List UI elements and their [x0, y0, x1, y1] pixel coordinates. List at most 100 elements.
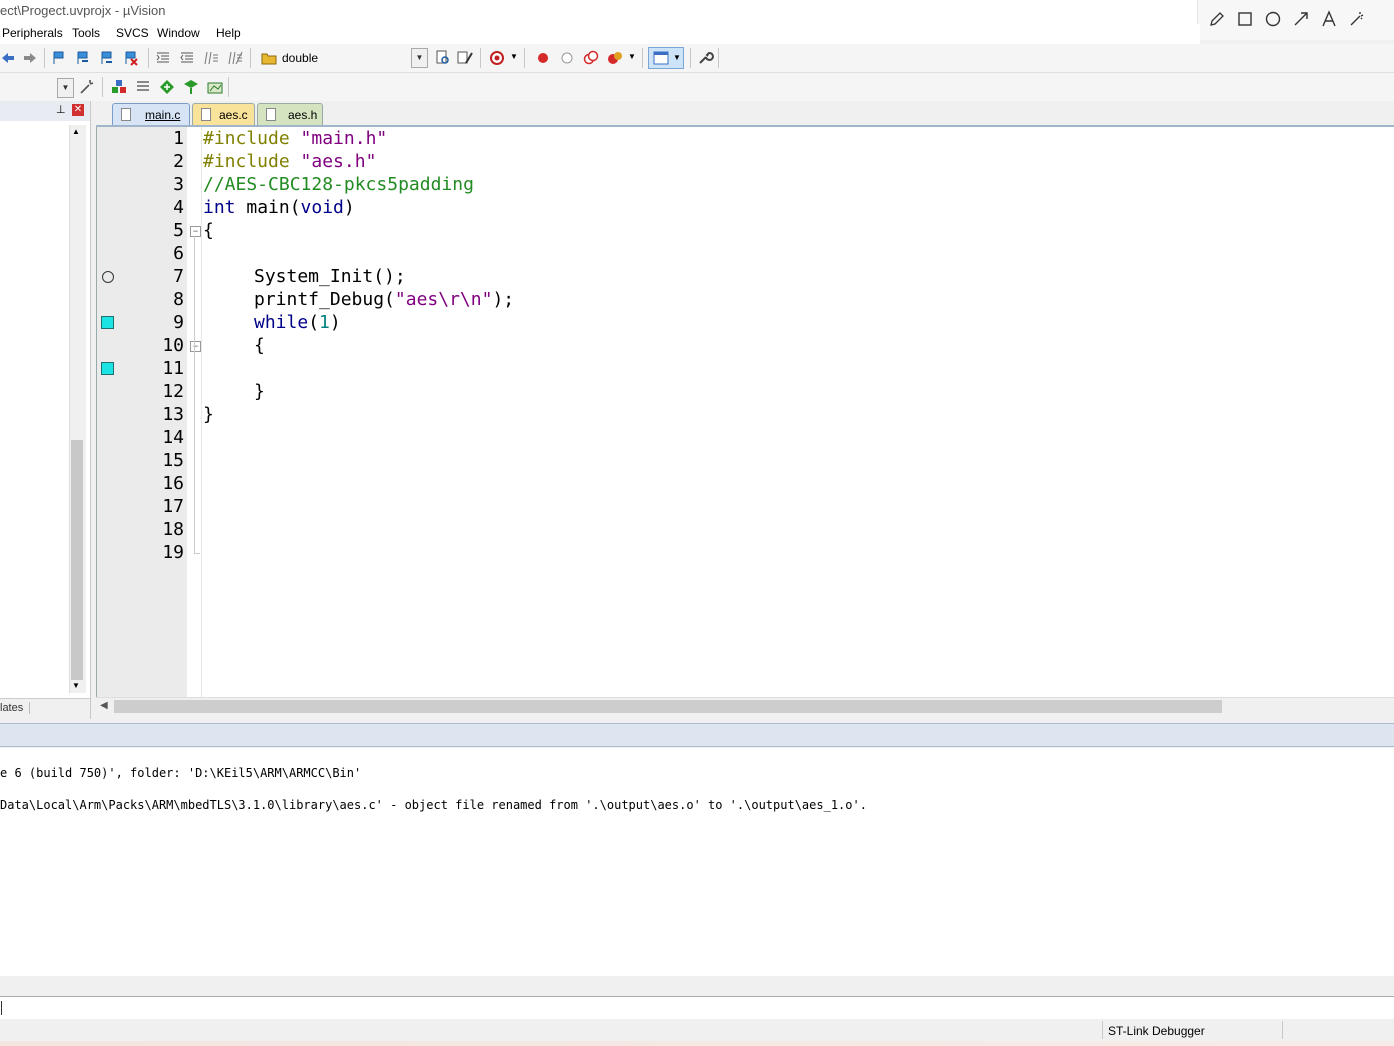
line-number: 2 [173, 151, 184, 172]
tab-templates[interactable]: lates [0, 702, 31, 714]
build-output-panel[interactable]: e 6 (build 750)', folder: 'D:\KEil5\ARM\… [0, 748, 1394, 976]
incremental-find-icon[interactable] [456, 49, 474, 67]
tab-aes-c[interactable]: aes.c [192, 103, 255, 125]
tab-label: aes.c [219, 108, 248, 122]
scroll-left-icon[interactable]: ◀ [100, 700, 108, 711]
window-layout-icon [653, 51, 669, 65]
configure-wrench-icon[interactable] [696, 49, 714, 67]
close-icon[interactable]: ✕ [72, 104, 84, 116]
line-number: 12 [162, 381, 184, 402]
target-options-icon[interactable] [78, 78, 96, 96]
tab-aes-h[interactable]: aes.h [257, 103, 323, 125]
line-number: 10 [162, 335, 184, 356]
bookmark-insert-icon[interactable] [50, 49, 68, 67]
select-packs-icon[interactable] [158, 78, 176, 96]
indent-icon[interactable] [154, 49, 172, 67]
file-extensions-icon[interactable] [134, 78, 152, 96]
tab-main-c[interactable]: main.c [112, 103, 190, 125]
line-number: 15 [162, 450, 184, 471]
debug-session-icon[interactable] [488, 49, 506, 67]
find-combo[interactable]: double ▼ [256, 48, 428, 68]
find-in-files-icon [261, 53, 277, 65]
line-number: 6 [173, 243, 184, 264]
code-line-8: printf_Debug("aes\r\n"); [254, 289, 514, 310]
line-number: 19 [162, 542, 184, 563]
taskbar-strip [0, 1041, 1394, 1046]
project-panel-tabs: lates [0, 698, 90, 719]
uncomment-icon[interactable] [226, 49, 244, 67]
menu-svcs[interactable]: SVCS [116, 26, 149, 40]
code-line-2: #include "aes.h" [203, 151, 376, 172]
chevron-down-icon[interactable]: ▼ [411, 48, 428, 68]
fold-collapse-icon[interactable]: − [190, 226, 201, 237]
navigate-back-icon[interactable] [0, 49, 18, 67]
pin-icon[interactable]: ⊥ [56, 103, 66, 116]
command-line-input[interactable] [0, 996, 1394, 1020]
software-packs-icon[interactable] [206, 78, 224, 96]
arrow-icon[interactable] [1292, 10, 1310, 28]
tab-label: aes.h [288, 108, 318, 122]
number-token: 1 [319, 312, 330, 333]
code-line-1: #include "main.h" [203, 128, 387, 149]
magic-wand-icon[interactable] [1348, 10, 1366, 28]
breakpoint-kill-all-icon[interactable] [606, 49, 624, 67]
menu-peripherals[interactable]: Peripherals [2, 26, 63, 40]
window-layout-button[interactable]: ▼ [648, 47, 684, 69]
bookmark-next-icon[interactable] [98, 49, 116, 67]
manage-components-icon[interactable] [110, 78, 128, 96]
project-panel-scroll-thumb[interactable] [71, 440, 83, 680]
pencil-icon[interactable] [1208, 10, 1226, 28]
keyword-token: void [300, 197, 344, 218]
scroll-down-icon[interactable]: ▼ [72, 681, 80, 690]
breakpoint-insert-icon[interactable] [534, 49, 552, 67]
bookmark-previous-icon[interactable] [74, 49, 92, 67]
fold-line [194, 553, 200, 554]
code-token: ); [492, 289, 515, 310]
breakpoint-disable-all-icon[interactable] [582, 49, 600, 67]
file-icon [266, 108, 276, 121]
preprocessor-token: #include [203, 151, 290, 172]
keyword-token: int [203, 197, 236, 218]
breakpoint-slot-icon[interactable] [102, 271, 114, 283]
fold-collapse-icon[interactable]: − [190, 341, 201, 352]
line-number: 13 [162, 404, 184, 425]
build-output-hscrollbar[interactable] [0, 977, 1394, 995]
scroll-up-icon[interactable]: ▲ [72, 127, 80, 136]
coverage-marker-icon [101, 362, 114, 375]
circle-icon[interactable] [1264, 10, 1282, 28]
menu-help[interactable]: Help [216, 26, 241, 40]
build-output-line: e 6 (build 750)', folder: 'D:\KEil5\ARM\… [0, 766, 362, 780]
chevron-down-icon[interactable]: ▼ [57, 78, 74, 98]
code-line-7: System_Init(); [254, 266, 406, 287]
text-icon[interactable] [1320, 10, 1338, 28]
menu-bar: Peripherals Tools SVCS Window Help [0, 24, 1200, 44]
menu-tools[interactable]: Tools [72, 26, 100, 40]
annotation-toolbar [1197, 0, 1394, 40]
chevron-down-icon: ▼ [673, 53, 681, 62]
bookmark-clear-icon[interactable] [122, 49, 140, 67]
code-token: ( [308, 312, 320, 333]
code-token: ) [329, 312, 341, 333]
navigate-forward-icon[interactable] [20, 49, 38, 67]
main-toolbar: double ▼ ▼ ▼ ▼ [0, 44, 1394, 73]
code-line-13: } [203, 404, 214, 425]
chevron-down-icon[interactable]: ▼ [510, 52, 518, 61]
title-bar: ect\Progect.uvprojx - µVision [0, 0, 1394, 24]
unindent-icon[interactable] [178, 49, 196, 67]
string-token: "main.h" [300, 128, 388, 149]
build-output-header [0, 723, 1394, 747]
breakpoint-disable-icon[interactable] [558, 49, 576, 67]
pack-installer-icon[interactable] [182, 78, 200, 96]
target-combo[interactable]: ▼ [0, 78, 74, 98]
menu-window[interactable]: Window [157, 26, 200, 40]
editor-hscroll-thumb[interactable] [114, 700, 1222, 713]
find-icon[interactable] [434, 49, 452, 67]
coverage-marker-icon [101, 316, 114, 329]
line-number: 17 [162, 496, 184, 517]
rectangle-icon[interactable] [1236, 10, 1254, 28]
line-number: 14 [162, 427, 184, 448]
line-number: 4 [173, 197, 184, 218]
comment-icon[interactable] [202, 49, 220, 67]
file-icon [121, 108, 131, 121]
chevron-down-icon[interactable]: ▼ [628, 52, 636, 61]
